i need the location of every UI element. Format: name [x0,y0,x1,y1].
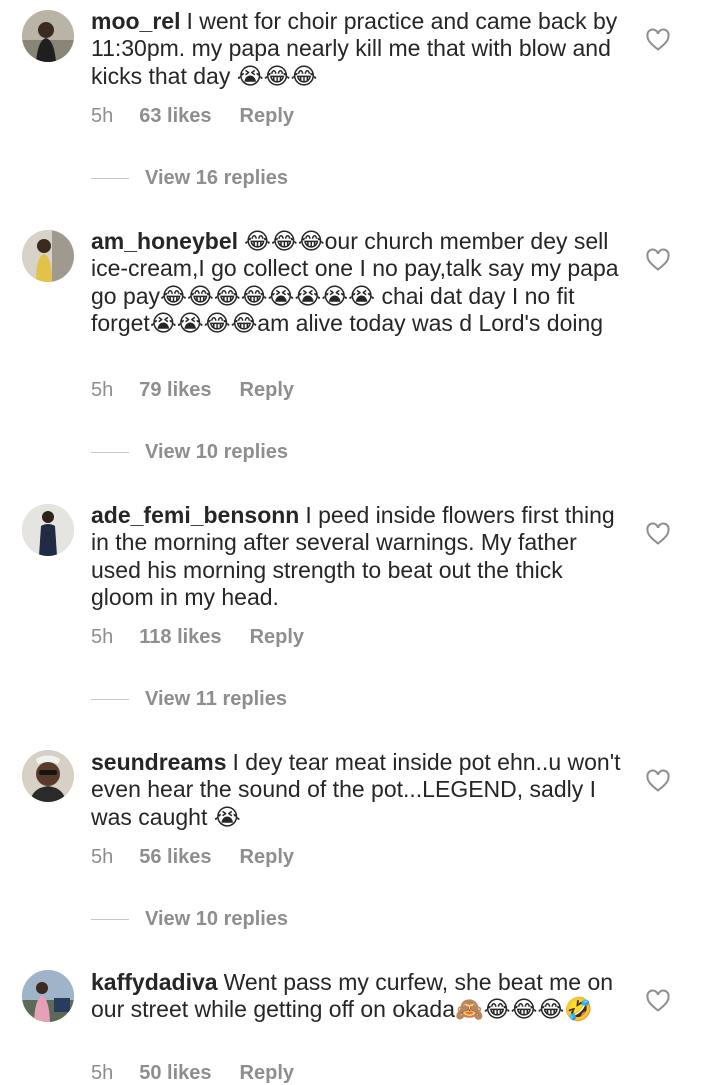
comment-body: seundreams I dey tear meat inside pot ehn… [91,749,631,831]
comment-meta: 5h 50 likes Reply [91,1062,294,1085]
like-button[interactable] [645,248,671,272]
reply-button[interactable]: Reply [240,1062,294,1085]
comment-meta: 5h 118 likes Reply [91,626,304,649]
comment-likes[interactable]: 63 likes [139,105,211,128]
reply-button[interactable]: Reply [240,105,294,128]
divider [91,451,129,453]
view-replies-label[interactable]: View 16 replies [145,167,288,190]
avatar[interactable] [22,230,74,282]
avatar[interactable] [22,10,74,62]
heart-outline-icon [646,769,670,792]
divider [91,177,129,179]
view-replies[interactable]: View 10 replies [91,440,288,464]
comment-username[interactable]: ade_femi_bensonn [91,502,299,528]
comment-likes[interactable]: 56 likes [139,846,211,869]
comment-meta: 5h 56 likes Reply [91,846,294,869]
divider [91,918,129,920]
view-replies-label[interactable]: View 10 replies [145,908,288,931]
comment-timestamp: 5h [91,379,114,401]
comment-username[interactable]: am_honeybel [91,228,238,254]
comment-timestamp: 5h [91,846,114,868]
comment-username[interactable]: seundreams [91,749,227,775]
view-replies-label[interactable]: View 10 replies [145,441,288,464]
like-button[interactable] [645,989,671,1013]
heart-outline-icon [646,28,670,51]
heart-outline-icon [646,989,670,1012]
view-replies[interactable]: View 10 replies [91,907,288,931]
like-button[interactable] [645,28,671,52]
reply-button[interactable]: Reply [240,846,294,869]
comment-username[interactable]: moo_rel [91,8,180,34]
heart-outline-icon [646,522,670,545]
reply-button[interactable]: Reply [250,626,304,649]
comment-likes[interactable]: 118 likes [139,626,221,649]
like-button[interactable] [645,522,671,546]
heart-outline-icon [646,248,670,271]
like-button[interactable] [645,769,671,793]
comment-meta: 5h 63 likes Reply [91,105,294,128]
comment-body: ade_femi_bensonn I peed inside flowers fi… [91,502,631,611]
view-replies[interactable]: View 16 replies [91,166,288,190]
view-replies-label[interactable]: View 11 replies [145,688,287,711]
comment-timestamp: 5h [91,1062,114,1084]
comment-meta: 5h 79 likes Reply [91,379,294,402]
comment-likes[interactable]: 50 likes [139,1062,211,1085]
comment-likes[interactable]: 79 likes [139,379,211,402]
view-replies[interactable]: View 11 replies [91,687,287,711]
comment-username[interactable]: kaffydadiva [91,969,218,995]
comment-timestamp: 5h [91,626,114,648]
avatar[interactable] [22,750,74,802]
comment-timestamp: 5h [91,105,114,127]
avatar[interactable] [22,504,74,556]
comment-body: kaffydadiva Went pass my curfew, she beat… [91,969,631,1024]
reply-button[interactable]: Reply [240,379,294,402]
avatar[interactable] [22,970,74,1022]
divider [91,698,129,700]
comment-body: moo_rel I went for choir practice and cam… [91,8,631,90]
comment-body: am_honeybel 😂😂😂our church member dey sell… [91,228,631,337]
